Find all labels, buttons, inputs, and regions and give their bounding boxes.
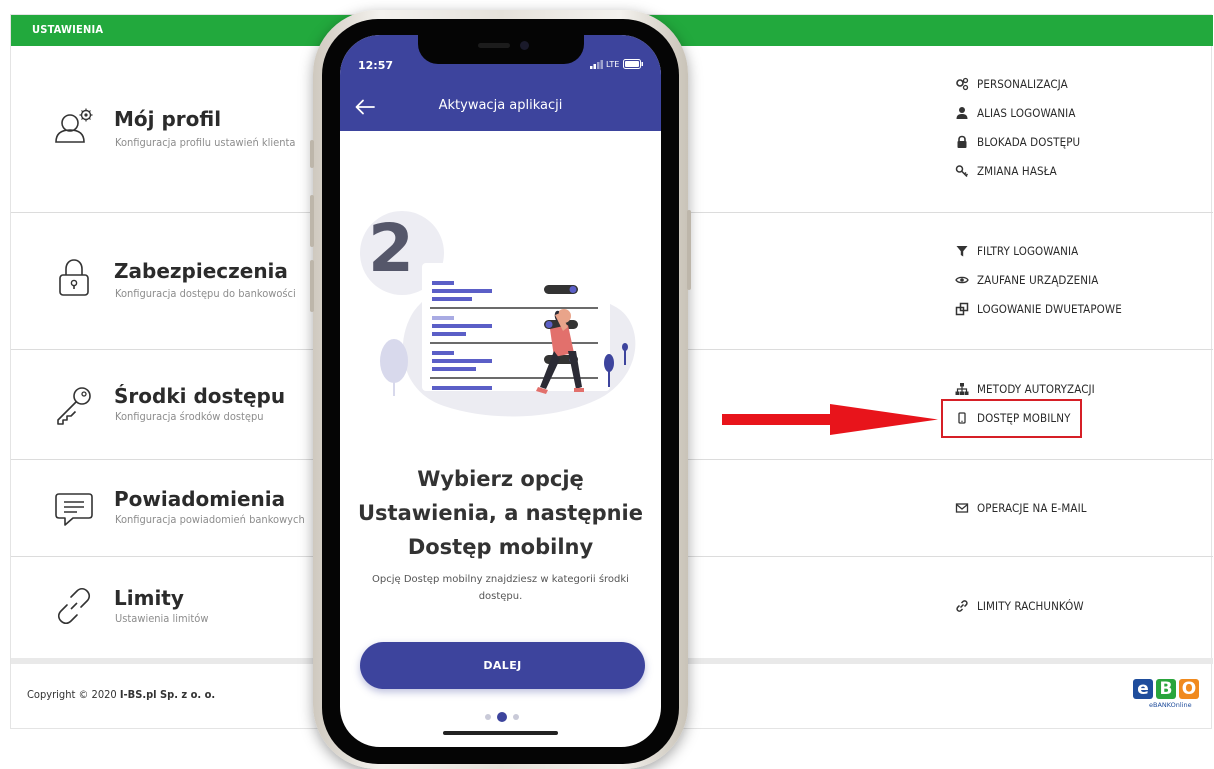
link-change-password[interactable]: ZMIANA HASŁA bbox=[955, 163, 1057, 179]
front-camera bbox=[520, 41, 529, 50]
section-title: Powiadomienia bbox=[114, 487, 286, 511]
page-dot-active bbox=[497, 712, 507, 722]
eye-icon bbox=[955, 276, 969, 284]
section-title: Limity bbox=[114, 586, 184, 610]
heading-line: Ustawienia, a następnie bbox=[357, 501, 644, 525]
link-email-operations[interactable]: OPERACJE NA E-MAIL bbox=[955, 500, 1087, 516]
phone-screen: 12:57 LTE Aktywacja aplikacji 2 Wybierz … bbox=[340, 35, 661, 747]
logo-letter-e: e bbox=[1133, 679, 1153, 699]
mobile-access-highlight bbox=[941, 399, 1082, 438]
phone-notch bbox=[418, 35, 584, 64]
signal-icon bbox=[590, 59, 603, 69]
network-type: LTE bbox=[606, 59, 620, 69]
link-access-lock[interactable]: BLOKADA DOSTĘPU bbox=[955, 134, 1080, 150]
logo-letter-b: B bbox=[1156, 679, 1176, 699]
speaker-grille bbox=[478, 43, 510, 48]
link-label: BLOKADA DOSTĘPU bbox=[977, 135, 1081, 149]
instruction-heading: Wybierz opcję Ustawienia, a następnie Do… bbox=[340, 462, 661, 564]
tree-left bbox=[380, 339, 408, 396]
logo-caption: eBANKOnline bbox=[1149, 701, 1192, 709]
ebankonline-logo: e B O eBANKOnline bbox=[1133, 679, 1203, 713]
link-icon bbox=[956, 600, 968, 612]
link-label: ALIAS LOGOWANIA bbox=[977, 106, 1076, 120]
phone-volume-up bbox=[310, 195, 314, 247]
two-windows-icon bbox=[955, 302, 969, 316]
screenshot-stage: USTAWIENIA Mój profil Konfiguracja profi… bbox=[0, 0, 1214, 769]
section-description: Konfiguracja środków dostępu bbox=[115, 410, 264, 423]
app-header: 12:57 LTE Aktywacja aplikacji bbox=[340, 35, 661, 131]
key-icon bbox=[57, 387, 91, 425]
section-title: Zabezpieczenia bbox=[114, 259, 288, 283]
company-name: I-BS.pl Sp. z o. o. bbox=[119, 688, 216, 701]
link-label: ZAUFANE URZĄDZENIA bbox=[977, 273, 1099, 287]
link-two-step-login[interactable]: LOGOWANIE DWUETAPOWE bbox=[955, 301, 1122, 317]
filter-icon bbox=[956, 246, 968, 257]
user-gear-icon bbox=[55, 108, 93, 143]
page-title: USTAWIENIA bbox=[32, 23, 104, 36]
link-label: OPERACJE NA E-MAIL bbox=[977, 501, 1087, 515]
gears-icon bbox=[956, 77, 969, 91]
link-authorization-methods[interactable]: METODY AUTORYZACJI bbox=[955, 381, 1095, 397]
step-number: 2 bbox=[368, 210, 414, 287]
next-button[interactable]: DALEJ bbox=[360, 642, 645, 689]
status-indicators: LTE bbox=[590, 59, 644, 69]
section-description: Konfiguracja profilu ustawień klienta bbox=[115, 136, 296, 149]
status-time: 12:57 bbox=[358, 59, 394, 72]
page-indicator bbox=[485, 712, 519, 722]
section-description: Konfiguracja powiadomień bankowych bbox=[115, 513, 305, 526]
link-login-alias[interactable]: ALIAS LOGOWANIA bbox=[955, 105, 1076, 121]
copyright-text: Copyright © 2020 bbox=[27, 688, 120, 701]
section-title: Mój profil bbox=[114, 107, 222, 131]
logo-letter-o: O bbox=[1179, 679, 1199, 699]
message-icon bbox=[55, 493, 93, 526]
link-trusted-devices[interactable]: ZAUFANE URZĄDZENIA bbox=[955, 272, 1098, 288]
link-label: ZMIANA HASŁA bbox=[977, 164, 1057, 178]
instruction-subtext: Opcję Dostęp mobilny znajdziesz w katego… bbox=[372, 574, 629, 602]
footer-copyright: Copyright © 2020 I-BS.pl Sp. z o. o. bbox=[27, 688, 215, 701]
envelope-icon bbox=[955, 503, 969, 513]
padlock-icon bbox=[59, 259, 89, 296]
phone-power-button bbox=[687, 210, 691, 290]
home-indicator[interactable] bbox=[443, 731, 558, 735]
heading-line: Wybierz opcję bbox=[417, 467, 584, 491]
link-label: PERSONALIZACJA bbox=[977, 77, 1068, 91]
lock-icon bbox=[957, 135, 967, 148]
user-icon bbox=[956, 107, 968, 119]
section-description: Konfiguracja dostępu do bankowości bbox=[115, 287, 296, 300]
battery-icon bbox=[623, 59, 644, 69]
link-label: FILTRY LOGOWANIA bbox=[977, 244, 1079, 258]
red-arrow-annotation bbox=[722, 404, 938, 435]
link-personalization[interactable]: PERSONALIZACJA bbox=[955, 76, 1068, 92]
phone-mute-switch bbox=[310, 140, 314, 168]
page-dot bbox=[513, 714, 519, 720]
link-icon bbox=[57, 587, 91, 625]
sitemap-icon bbox=[955, 383, 969, 395]
link-label: LOGOWANIE DWUETAPOWE bbox=[977, 302, 1122, 316]
link-account-limits[interactable]: LIMITY RACHUNKÓW bbox=[955, 598, 1084, 614]
phone-volume-down bbox=[310, 260, 314, 312]
phone-mockup: 12:57 LTE Aktywacja aplikacji 2 Wybierz … bbox=[310, 10, 691, 769]
link-label: LIMITY RACHUNKÓW bbox=[977, 599, 1084, 613]
link-login-filters[interactable]: FILTRY LOGOWANIA bbox=[955, 243, 1078, 259]
step-illustration: 2 bbox=[360, 210, 636, 417]
phone-bezel: 12:57 LTE Aktywacja aplikacji 2 Wybierz … bbox=[322, 19, 679, 764]
section-description: Ustawienia limitów bbox=[115, 612, 209, 625]
page-dot bbox=[485, 714, 491, 720]
key-icon bbox=[955, 165, 969, 178]
app-title: Aktywacja aplikacji bbox=[438, 98, 563, 113]
heading-line: Dostęp mobilny bbox=[407, 535, 594, 559]
section-title: Środki dostępu bbox=[114, 384, 286, 408]
link-label: METODY AUTORYZACJI bbox=[977, 382, 1095, 396]
